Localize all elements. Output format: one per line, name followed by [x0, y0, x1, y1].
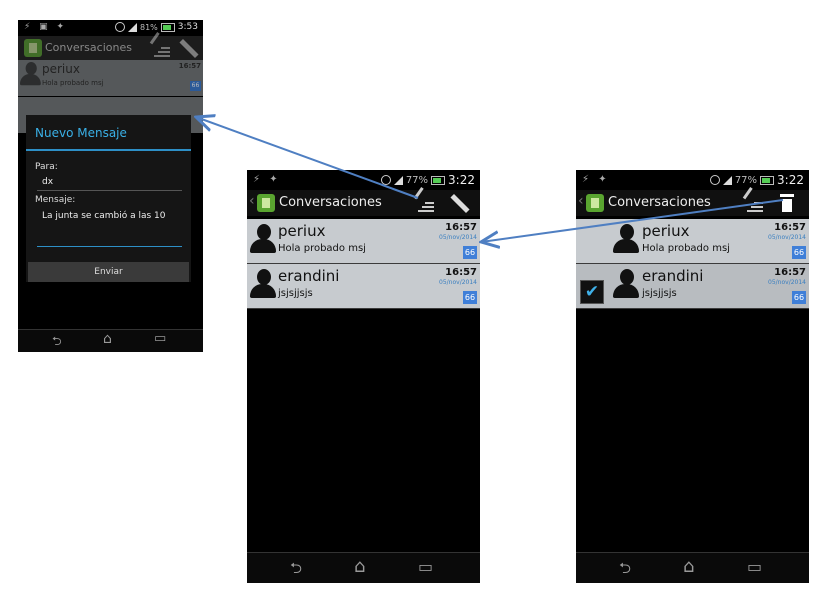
signal-icon: [128, 22, 137, 32]
message-count-badge: 66: [463, 291, 477, 304]
conversation-item-periux[interactable]: periux Hola probado msj 16:57 05/nov/201…: [247, 219, 480, 264]
message-time: 16:57: [445, 267, 477, 278]
navigation-bar: ⮌ ⌂ ▭: [18, 329, 203, 352]
message-input-underline: [37, 246, 182, 247]
action-bar: Conversaciones: [18, 31, 203, 60]
contact-name: periux: [42, 62, 80, 76]
edit-icon[interactable]: [449, 193, 473, 213]
back-icon[interactable]: ⮌: [619, 558, 631, 583]
recent-apps-icon[interactable]: ▭: [747, 557, 762, 576]
conversation-item-periux[interactable]: periux Hola probado msj 16:57 66: [18, 60, 203, 96]
status-notification-icons: ⚡ ✦: [253, 174, 281, 185]
battery-percent: 81%: [140, 22, 158, 32]
status-notification-icons: ⚡ ▣ ✦: [24, 22, 68, 32]
message-count-badge: 66: [792, 246, 806, 259]
back-icon[interactable]: ⮌: [290, 558, 302, 583]
send-button[interactable]: Enviar: [28, 262, 189, 282]
phone-screen-conversations: ⚡ ✦ 77% 3:22 ‹ Conversaciones periux Hol…: [247, 170, 480, 583]
conversation-item-erandini[interactable]: erandini jsjsjjsjs 16:57 05/nov/2014 66: [247, 264, 480, 309]
home-icon[interactable]: ⌂: [683, 556, 694, 577]
signal-icon: [393, 175, 403, 185]
message-label: Mensaje:: [35, 195, 76, 205]
contact-name: erandini: [642, 267, 704, 285]
message-date: 05/nov/2014: [439, 279, 477, 286]
recipient-input[interactable]: dx: [42, 177, 53, 187]
message-time: 16:57: [774, 222, 806, 233]
recipient-label: Para:: [35, 162, 58, 172]
message-count-badge: 66: [463, 246, 477, 259]
dialog-title: Nuevo Mensaje: [35, 126, 127, 140]
contact-name: periux: [278, 222, 326, 240]
action-bar: ‹ Conversaciones: [576, 186, 809, 216]
message-time: 16:57: [178, 62, 201, 70]
home-icon[interactable]: ⌂: [354, 556, 365, 577]
recent-apps-icon[interactable]: ▭: [418, 557, 433, 576]
up-navigation-icon[interactable]: ‹: [578, 193, 584, 209]
alarm-icon: [115, 22, 125, 32]
recipient-input-underline: [37, 190, 182, 191]
app-icon[interactable]: [257, 194, 275, 212]
up-navigation-icon[interactable]: ‹: [249, 193, 255, 209]
avatar: [613, 269, 639, 305]
new-message-icon[interactable]: [413, 186, 434, 212]
new-message-icon[interactable]: [149, 31, 170, 57]
action-bar: ‹ Conversaciones: [247, 186, 480, 216]
status-bar: ⚡ ✦ 77% 3:22: [247, 170, 480, 190]
back-icon[interactable]: ⮌: [52, 332, 62, 352]
message-count-badge: 66: [190, 81, 201, 91]
last-message: Hola probado msj: [278, 243, 366, 254]
status-notification-icons: ⚡ ✦: [582, 174, 610, 185]
navigation-bar: ⮌ ⌂ ▭: [576, 552, 809, 583]
last-message: jsjsjjsjs: [642, 288, 677, 299]
message-input[interactable]: La junta se cambió a las 10: [42, 211, 166, 221]
recent-apps-icon[interactable]: ▭: [154, 331, 166, 346]
status-bar: ⚡ ✦ 77% 3:22: [576, 170, 809, 190]
message-time: 16:57: [774, 267, 806, 278]
battery-icon: [431, 175, 446, 185]
edit-icon[interactable]: [178, 38, 202, 58]
navigation-bar: ⮌ ⌂ ▭: [247, 552, 480, 583]
phone-screen-new-message: ⚡ ▣ ✦ 81% 3:53 Conversaciones periux Hol…: [18, 20, 203, 352]
last-message: Hola probado msj: [42, 79, 104, 87]
battery-percent: 77%: [734, 174, 758, 186]
last-message: jsjsjjsjs: [278, 288, 313, 299]
selection-checkbox[interactable]: ✔: [580, 280, 604, 304]
message-date: 05/nov/2014: [439, 234, 477, 241]
new-message-dialog: Nuevo Mensaje Para: dx Mensaje: La junta…: [26, 115, 191, 282]
last-message: Hola probado msj: [642, 243, 730, 254]
alarm-icon: [709, 175, 720, 185]
dialog-divider: [26, 149, 191, 151]
signal-icon: [722, 175, 732, 185]
home-icon[interactable]: ⌂: [103, 331, 112, 347]
avatar: [613, 224, 639, 260]
app-icon[interactable]: [586, 194, 604, 212]
contact-name: periux: [642, 222, 690, 240]
alarm-icon: [380, 175, 391, 185]
conversation-item-erandini[interactable]: ✔ erandini jsjsjjsjs 16:57 05/nov/2014 6…: [576, 264, 809, 309]
clock: 3:22: [777, 173, 804, 187]
app-icon[interactable]: [24, 39, 42, 57]
status-bar: ⚡ ▣ ✦ 81% 3:53: [18, 20, 203, 36]
battery-icon: [760, 175, 775, 185]
action-bar-title: Conversaciones: [45, 41, 132, 54]
message-date: 05/nov/2014: [768, 279, 806, 286]
message-count-badge: 66: [792, 291, 806, 304]
conversation-item-periux[interactable]: periux Hola probado msj 16:57 05/nov/201…: [576, 219, 809, 264]
new-message-icon[interactable]: [742, 186, 763, 212]
action-bar-title: Conversaciones: [608, 195, 711, 210]
clock: 3:53: [177, 22, 198, 32]
avatar: [250, 269, 276, 305]
battery-percent: 77%: [405, 174, 429, 186]
avatar: [20, 62, 41, 91]
message-date: 05/nov/2014: [768, 234, 806, 241]
delete-icon[interactable]: [780, 193, 794, 213]
battery-icon: [160, 22, 175, 32]
clock: 3:22: [448, 173, 475, 187]
phone-screen-selection-mode: ⚡ ✦ 77% 3:22 ‹ Conversaciones periux Hol…: [576, 170, 809, 583]
action-bar-title: Conversaciones: [279, 195, 382, 210]
avatar: [250, 224, 276, 260]
message-time: 16:57: [445, 222, 477, 233]
contact-name: erandini: [278, 267, 340, 285]
